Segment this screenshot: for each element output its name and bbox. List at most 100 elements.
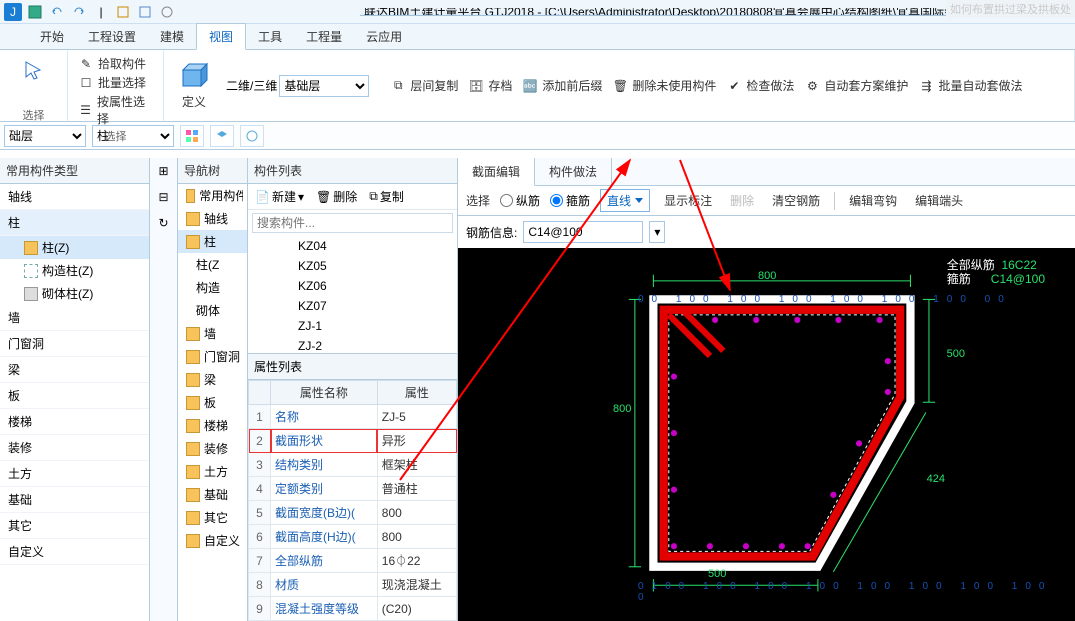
floor-select[interactable]: 基础层	[279, 75, 369, 97]
cat-slab[interactable]: 板	[0, 383, 149, 409]
copy-button[interactable]: ⧉复制	[366, 186, 407, 207]
redo-icon[interactable]	[70, 3, 88, 21]
prop-name[interactable]: 结构类别	[271, 453, 378, 477]
import-icon[interactable]	[114, 3, 132, 21]
tab-view[interactable]: 视图	[196, 23, 246, 50]
settings-icon[interactable]	[158, 3, 176, 21]
prop-value[interactable]: 800	[377, 501, 456, 525]
radio-zong[interactable]: 纵筋	[500, 192, 540, 209]
member-item[interactable]: ZJ-2	[248, 336, 457, 353]
tab-project[interactable]: 工程设置	[76, 24, 148, 49]
thin-collapse-icon[interactable]: ⊟	[153, 186, 175, 208]
prop-name[interactable]: 混凝土强度等级	[271, 597, 378, 621]
nav-col-z[interactable]: 柱(Z	[178, 253, 247, 276]
tab-cloud[interactable]: 云应用	[354, 24, 414, 49]
prop-name[interactable]: 定额类别	[271, 477, 378, 501]
add-prefix-button[interactable]: 🔤添加前后缀	[518, 76, 606, 95]
section-canvas[interactable]: 全部纵筋 16C22 箍筋 C14@100 800 500 424 800 50…	[458, 248, 1075, 621]
cat-custom[interactable]: 自定义	[0, 539, 149, 565]
dropdown-icon[interactable]: ▾	[649, 221, 665, 243]
nav-other[interactable]: 其它	[178, 506, 247, 529]
delete-button[interactable]: 🗑删除	[313, 186, 360, 207]
member-item[interactable]: KZ06	[248, 276, 457, 296]
thin-refresh-icon[interactable]: ↻	[153, 212, 175, 234]
radio-gu[interactable]: 箍筋	[550, 192, 590, 209]
nav-earth[interactable]: 土方	[178, 460, 247, 483]
layer-icon[interactable]	[210, 125, 234, 147]
nav-beam[interactable]: 梁	[178, 368, 247, 391]
cat-beam[interactable]: 梁	[0, 357, 149, 383]
prop-value[interactable]: 16⏀22	[377, 549, 456, 573]
new-button[interactable]: 📄新建▾	[252, 186, 307, 207]
cat-stair[interactable]: 楼梯	[0, 409, 149, 435]
sub-column-z[interactable]: 柱(Z)	[0, 236, 149, 259]
edit-bend-button[interactable]: 编辑弯钩	[845, 190, 901, 211]
sub-qiti[interactable]: 砌体柱(Z)	[0, 282, 149, 305]
nav-deco[interactable]: 装修	[178, 437, 247, 460]
pick-member-button[interactable]: ✎拾取构件	[74, 54, 157, 73]
nav-opening[interactable]: 门窗洞	[178, 345, 247, 368]
tab-tools[interactable]: 工具	[246, 24, 294, 49]
cat-other[interactable]: 其它	[0, 513, 149, 539]
prop-value[interactable]: 800	[377, 525, 456, 549]
save-icon[interactable]	[26, 3, 44, 21]
edit-end-button[interactable]: 编辑端头	[911, 190, 967, 211]
batch-auto-button[interactable]: ⇶批量自动套做法	[914, 76, 1026, 95]
line-dropdown[interactable]: 直线	[600, 189, 650, 212]
nav-wall[interactable]: 墙	[178, 322, 247, 345]
rebar-info-input[interactable]	[523, 221, 643, 243]
prop-name[interactable]: 材质	[271, 573, 378, 597]
prop-value[interactable]: ZJ-5	[377, 405, 456, 429]
nav-col-qt[interactable]: 砌体	[178, 299, 247, 322]
nav-common[interactable]: 常用构件类型	[178, 184, 247, 207]
tab-model[interactable]: 建模	[148, 24, 196, 49]
prop-name[interactable]: 截面形状	[271, 429, 378, 453]
cat-deco[interactable]: 装修	[0, 435, 149, 461]
nav-column[interactable]: 柱	[178, 230, 247, 253]
search-input[interactable]	[252, 213, 453, 233]
cat-column[interactable]: 柱	[0, 210, 149, 236]
member-item[interactable]: KZ07	[248, 296, 457, 316]
batch-select-button[interactable]: ☐批量选择	[74, 73, 157, 92]
nav-custom[interactable]: 自定义	[178, 529, 247, 552]
export-icon[interactable]	[136, 3, 154, 21]
define-button[interactable]: 定义	[172, 59, 216, 112]
tab-quantity[interactable]: 工程量	[294, 24, 354, 49]
thin-expand-icon[interactable]: ⊞	[153, 160, 175, 182]
cat-found[interactable]: 基础	[0, 487, 149, 513]
prop-value[interactable]: 普通柱	[377, 477, 456, 501]
auto-scheme-button[interactable]: ⚙自动套方案维护	[800, 76, 912, 95]
show-label-button[interactable]: 显示标注	[660, 190, 716, 211]
check-method-button[interactable]: ✔检查做法	[722, 76, 798, 95]
prop-value[interactable]: 框架柱	[377, 453, 456, 477]
nav-slab[interactable]: 板	[178, 391, 247, 414]
prop-value[interactable]: 现浇混凝土	[377, 573, 456, 597]
tab-start[interactable]: 开始	[28, 24, 76, 49]
sub-gouzao[interactable]: 构造柱(Z)	[0, 259, 149, 282]
view-icon[interactable]	[240, 125, 264, 147]
member-item[interactable]: ZJ-1	[248, 316, 457, 336]
prop-name[interactable]: 截面高度(H边)(	[271, 525, 378, 549]
select-by-prop-button[interactable]: ☰按属性选择	[74, 92, 157, 128]
nav-stair[interactable]: 楼梯	[178, 414, 247, 437]
save-archive-button[interactable]: 🗄存档	[464, 76, 516, 95]
cat-wall[interactable]: 墙	[0, 305, 149, 331]
clear-rebar-button[interactable]: 清空钢筋	[768, 190, 824, 211]
undo-icon[interactable]	[48, 3, 66, 21]
layer-copy-button[interactable]: ⧉层间复制	[386, 76, 462, 95]
prop-value[interactable]: 异形	[377, 429, 456, 453]
prop-name[interactable]: 截面宽度(B边)(	[271, 501, 378, 525]
member-item[interactable]: KZ05	[248, 256, 457, 276]
prop-name[interactable]: 名称	[271, 405, 378, 429]
select-button[interactable]: 选择	[6, 54, 61, 107]
cat-earth[interactable]: 土方	[0, 461, 149, 487]
tab-section-edit[interactable]: 截面编辑	[458, 158, 535, 186]
grid-icon[interactable]	[180, 125, 204, 147]
nav-axis[interactable]: 轴线	[178, 207, 247, 230]
member-item[interactable]: KZ04	[248, 236, 457, 256]
prop-value[interactable]: (C20)	[377, 597, 456, 621]
cat-axis[interactable]: 轴线	[0, 184, 149, 210]
nav-col-gz[interactable]: 构造	[178, 276, 247, 299]
del-unused-button[interactable]: 🗑删除未使用构件	[608, 76, 720, 95]
nav-found[interactable]: 基础	[178, 483, 247, 506]
